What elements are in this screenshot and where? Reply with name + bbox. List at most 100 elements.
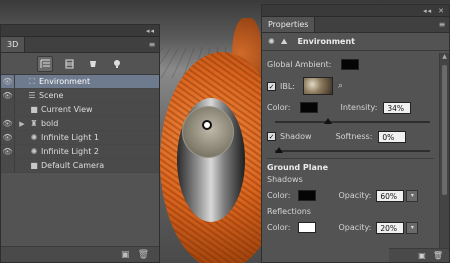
global-ambient-swatch[interactable]: [341, 59, 360, 70]
tab-properties[interactable]: Properties: [262, 17, 316, 32]
light-icon: ✺: [30, 133, 38, 142]
softness-input[interactable]: 0%: [378, 130, 407, 143]
reflections-heading: Reflections: [267, 207, 311, 216]
coordinates-mode-icon[interactable]: ⛰: [281, 37, 288, 47]
panel-tabrow: 3D ≡: [1, 37, 159, 53]
3d-panel: ◂◂ 3D ≡ 👁 ⛶ Environment 👁 ☰ Scene ■ Curr…: [0, 24, 160, 263]
intensity-label: Intensity:: [340, 103, 378, 112]
trash-icon[interactable]: 🗑: [138, 250, 149, 260]
expand-arrow-icon[interactable]: ▶: [17, 120, 27, 128]
filter-toolbar: [1, 53, 159, 75]
intensity-slider[interactable]: [275, 118, 430, 125]
scene-icon: ☰: [28, 91, 36, 100]
panel-menu-icon[interactable]: ≡: [435, 17, 449, 32]
tree-row-label: Infinite Light 2: [41, 147, 99, 156]
shadows-heading: Shadows: [267, 175, 303, 184]
tree-row-label: Environment: [39, 77, 91, 86]
camera-icon: ■: [30, 105, 38, 114]
panel-footer: ▣ 🗑: [1, 246, 159, 262]
reflections-color-swatch[interactable]: [298, 222, 317, 233]
load-icon[interactable]: ▣: [418, 251, 426, 260]
panel-menu-icon[interactable]: ≡: [145, 37, 159, 52]
properties-scrollbar[interactable]: ▲: [439, 53, 449, 262]
visibility-eye-icon[interactable]: 👁: [1, 89, 15, 102]
tree-row-infinite-light-1[interactable]: 👁 ✺ Infinite Light 1: [1, 131, 159, 145]
collapse-icon[interactable]: ◂◂: [146, 27, 155, 35]
mesh-icon: ♜: [30, 119, 38, 128]
ibl-color-swatch[interactable]: [300, 102, 319, 113]
visibility-eye-icon[interactable]: [1, 103, 15, 116]
mesh-filter-icon[interactable]: [61, 56, 77, 72]
new-item-icon[interactable]: ▣: [121, 250, 130, 260]
reflections-color-label: Color:: [267, 223, 291, 232]
ibl-edit-icon[interactable]: ⌕: [338, 81, 343, 91]
tree-row-default-camera[interactable]: ■ Default Camera: [1, 159, 159, 173]
visibility-eye-icon[interactable]: 👁: [1, 145, 15, 158]
tab-3d[interactable]: 3D: [1, 37, 26, 52]
reflections-row: Color: Opacity: 20% ▾: [267, 220, 434, 235]
environment-icon: ⛶: [29, 76, 35, 86]
shadows-color-swatch[interactable]: [298, 190, 317, 201]
visibility-eye-icon[interactable]: 👁: [1, 131, 15, 144]
ibl-checkbox[interactable]: ✓: [267, 81, 276, 91]
ibl-texture-thumbnail[interactable]: [303, 77, 333, 95]
softness-label: Softness:: [335, 132, 373, 141]
ibl-color-label: Color:: [267, 103, 291, 112]
tree-row-environment[interactable]: 👁 ⛶ Environment: [1, 75, 159, 89]
scene-tree: 👁 ⛶ Environment 👁 ☰ Scene ■ Current View…: [1, 75, 159, 173]
ground-plane-heading: Ground Plane: [267, 163, 329, 172]
light-handle-icon[interactable]: [202, 120, 212, 130]
properties-mode-bar: ✺ ⛰ Environment: [262, 33, 449, 51]
panel-tabrow: Properties ≡: [262, 17, 449, 33]
reflections-opacity-dropdown-icon[interactable]: ▾: [406, 221, 419, 234]
environment-mode-icon[interactable]: ✺: [268, 37, 275, 46]
camera-icon: ■: [30, 161, 38, 170]
shadow-label: Shadow: [280, 132, 312, 141]
intensity-input[interactable]: 34%: [383, 101, 412, 114]
properties-panel: ◂◂ ✕ Properties ≡ ✺ ⛰ Environment Global…: [261, 4, 450, 263]
material-filter-icon[interactable]: [85, 56, 101, 72]
ibl-color-row: Color: Intensity: 34%: [267, 100, 434, 115]
shadows-opacity-label: Opacity:: [338, 191, 372, 200]
mode-label: Environment: [297, 37, 355, 46]
shadow-row: ✓ Shadow Softness: 0%: [267, 129, 434, 144]
tree-row-current-view[interactable]: ■ Current View: [1, 103, 159, 117]
global-ambient-label: Global Ambient:: [267, 60, 332, 69]
tree-row-scene[interactable]: 👁 ☰ Scene: [1, 89, 159, 103]
scroll-up-icon[interactable]: ▲: [440, 53, 449, 63]
softness-slider-knob[interactable]: [275, 147, 283, 153]
properties-footer: ▣ 🗑: [389, 248, 449, 262]
tree-row-bold[interactable]: 👁 ▶ ♜ bold: [1, 117, 159, 131]
tree-row-label: Infinite Light 1: [41, 133, 99, 142]
tree-row-infinite-light-2[interactable]: 👁 ✺ Infinite Light 2: [1, 145, 159, 159]
tree-row-label: Current View: [41, 105, 93, 114]
collapse-icon[interactable]: ◂◂: [423, 7, 432, 15]
shadows-opacity-dropdown-icon[interactable]: ▾: [406, 189, 419, 202]
visibility-eye-icon[interactable]: 👁: [1, 117, 15, 130]
properties-body: Global Ambient: ✓ IBL: ⌕ Color: Intensit…: [262, 53, 439, 262]
close-icon[interactable]: ✕: [438, 7, 445, 15]
global-ambient-row: Global Ambient:: [267, 57, 434, 72]
shadows-color-label: Color:: [267, 191, 291, 200]
softness-slider[interactable]: [275, 147, 430, 154]
shadow-checkbox[interactable]: ✓: [267, 132, 276, 141]
scroll-thumb[interactable]: [442, 65, 447, 195]
shadows-row: Color: Opacity: 60% ▾: [267, 188, 434, 203]
ibl-row: ✓ IBL: ⌕: [267, 76, 434, 96]
tree-row-label: Default Camera: [41, 161, 105, 170]
visibility-eye-icon[interactable]: 👁: [1, 75, 15, 88]
light-icon: ✺: [30, 147, 38, 156]
ibl-sphere-widget[interactable]: [182, 106, 234, 158]
scene-filter-icon[interactable]: [37, 55, 53, 72]
trash-icon[interactable]: 🗑: [433, 251, 443, 260]
panel-topbar: ◂◂ ✕: [262, 5, 449, 17]
intensity-slider-knob[interactable]: [324, 118, 332, 124]
visibility-eye-icon[interactable]: [1, 159, 15, 172]
shadows-opacity-input[interactable]: 60%: [376, 189, 405, 202]
tree-row-label: bold: [41, 119, 59, 128]
ibl-label: IBL:: [280, 81, 295, 91]
panel-topbar: ◂◂: [1, 25, 159, 37]
reflections-opacity-input[interactable]: 20%: [376, 221, 405, 234]
light-filter-icon[interactable]: [109, 56, 125, 72]
tree-row-label: Scene: [39, 91, 64, 100]
